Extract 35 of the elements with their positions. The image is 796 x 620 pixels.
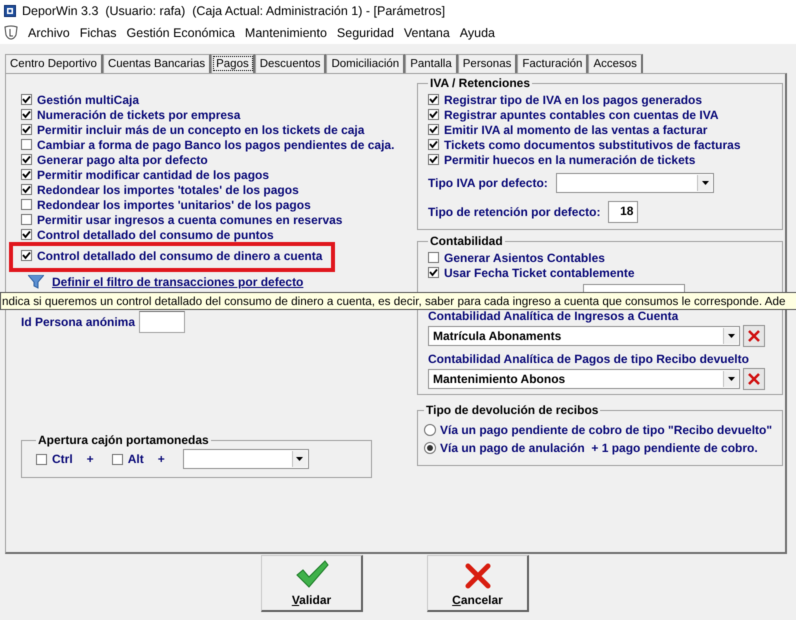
field-label: Tipo de retención por defecto: [428, 205, 600, 219]
checkbox-label: Ctrl [52, 452, 73, 466]
checkbox-label: Tickets como documentos substitutivos de facturas [444, 138, 741, 152]
checkbox-label: Emitir IVA al momento de las ventas a facturar [444, 122, 708, 136]
checkbox-label: Control detallado del consumo de dinero a cuenta [37, 248, 322, 262]
radio-label: Vía un pago pendiente de cobro de tipo "Recibo devuelto" [440, 423, 772, 437]
checkbox-label: Permitir huecos en la numeración de tickets [444, 152, 696, 166]
checkbox-label: Permitir modificar cantidad de los pagos [37, 168, 270, 182]
checkbox-label: Permitir incluir más de un concepto en los tickets de caja [37, 122, 364, 136]
checkbox-label: Generar pago alta por defecto [37, 152, 208, 166]
field-label: Contabilidad Analítica de Ingresos a Cuenta [428, 309, 680, 323]
checkbox-label: Alt [128, 452, 144, 466]
checkbox-label: Cambiar a forma de pago Banco los pagos pendientes de caja. [37, 138, 394, 152]
checkbox-label: Gestión multiCaja [37, 92, 140, 106]
group-title: Apertura cajón portamonedas [37, 433, 210, 447]
group-title: Contabilidad [429, 234, 504, 248]
tooltip: ndica si queremos un control detallado del consumo de dinero a cuenta, es decir, saber para cada ingreso a cuenta que consumos le corresponde. Ade [0, 292, 796, 310]
plus-sign: + [158, 452, 165, 466]
field-label: Tipo IVA por defecto: [428, 176, 548, 190]
plus-sign: + [86, 452, 94, 466]
window-title: DeporWin 3.3 (Usuario: rafa) (Caja Actual: Administración 1) - [Parámetros] [22, 4, 446, 18]
checkbox-label: Control detallado del consumo de puntos [37, 228, 274, 242]
checkbox-label: Registrar tipo de IVA en los pagos generados [444, 92, 702, 106]
field-label: Id Persona anónima [21, 315, 136, 329]
checkbox-label: Usar Fecha Ticket contablemente [444, 266, 635, 280]
field-label: Contabilidad Analítica de Pagos de tipo Recibo devuelto [428, 352, 750, 366]
checkbox-label: Permitir usar ingresos a cuenta comunes en reservas [37, 212, 342, 226]
group-title: IVA / Retenciones [429, 76, 532, 90]
checkbox-label: Generar Asientos Contables [444, 250, 605, 264]
checkbox-label: Redondear los importes 'totales' de los pagos [37, 182, 299, 196]
radio-label: Vía un pago de anulación + 1 pago pendiente de cobro. [440, 441, 758, 455]
group-title: Tipo de devolución de recibos [425, 403, 600, 417]
checkbox-label: Numeración de tickets por empresa [37, 108, 240, 122]
checkbox-label: Redondear los importes 'unitarios' de los pagos [37, 198, 311, 212]
checkbox-label: Registrar apuntes contables con cuentas de IVA [444, 108, 719, 122]
